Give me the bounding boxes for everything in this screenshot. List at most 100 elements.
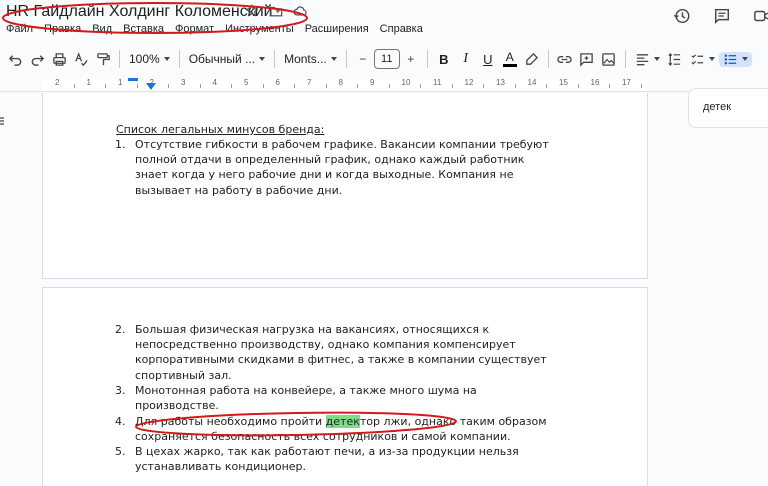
font-family-select[interactable]: Monts... [280,52,341,66]
version-history-icon[interactable] [672,6,692,26]
ruler-number: 9 [370,78,375,87]
list-heading: Список легальных минусов бренда: [116,123,325,136]
chevron-down-icon [259,57,266,61]
ruler-number: 6 [275,78,280,87]
redo-button[interactable] [26,47,48,71]
zoom-select[interactable]: 100% [125,52,174,66]
title-bar: HR Гайдлайн Холдинг Коломенский [0,0,768,26]
title-actions [244,3,308,19]
chevron-down-icon [330,57,337,61]
font-size-input[interactable]: 11 [373,49,400,69]
ruler-number: 7 [307,78,312,87]
align-select[interactable] [631,52,664,67]
spellcheck-button[interactable] [70,47,92,71]
ruler-number: 17 [622,78,631,87]
list-number: 2. [115,323,126,336]
underline-button[interactable]: U [477,47,499,71]
highlight-pen-icon[interactable] [521,47,543,71]
ruler-tick [420,84,422,88]
menu-bar: Файл Правка Вид Вставка Формат Инструмен… [6,23,423,37]
menu-help[interactable]: Справка [380,23,423,37]
document-canvas[interactable]: Список легальных минусов бренда: 1. Отсу… [0,93,768,486]
increase-font-size-button[interactable]: + [400,47,422,71]
list-item[interactable]: 2. Большая физическая нагрузка на ваканс… [115,322,565,383]
list-line: корпоративными скидками в фитнес, а такж… [135,353,547,367]
ruler-number: 10 [401,78,411,87]
cloud-status-icon[interactable] [292,3,308,19]
list-number: 5. [115,445,126,458]
ruler-tick [105,84,107,88]
zoom-value: 100% [129,52,160,66]
ruler-tick [514,84,516,88]
document-title[interactable]: HR Гайдлайн Холдинг Коломенский [6,3,273,21]
ruler-tick [231,84,233,88]
ruler-tick [546,84,548,88]
comments-icon[interactable] [712,6,732,26]
list-item[interactable]: 3. Монотонная работа на конвейере, а так… [115,383,565,413]
ruler-number: 12 [464,78,474,87]
decrease-font-size-button[interactable]: − [352,47,374,71]
list-item[interactable]: 5. В цехах жарко, так как работают печи,… [115,444,565,474]
list-number: 3. [115,384,126,397]
italic-button[interactable]: I [455,47,477,71]
ruler-number: 15 [559,78,568,87]
list-line: Отсутствие гибкости в рабочем графике. В… [135,138,549,151]
menu-tools[interactable]: Инструменты [225,23,294,37]
insert-comment-icon[interactable] [576,47,598,71]
checklist-icon [691,53,703,65]
list-line: устанавливать кондиционер. [135,460,307,474]
chevron-down-icon [163,57,170,61]
list-line: производстве. [135,399,219,413]
header-right-actions [672,6,768,26]
document-page[interactable]: 2. Большая физическая нагрузка на ваканс… [42,287,648,486]
first-line-indent-marker[interactable] [128,78,138,92]
ruler-number: 2 [55,78,60,87]
insert-link-icon[interactable] [554,47,576,71]
ruler-tick [262,84,264,88]
meet-icon[interactable] [752,6,768,26]
list-line: Для работы необходимо пройти детектор лж… [135,414,565,429]
menu-format[interactable]: Формат [175,23,214,37]
move-to-folder-icon[interactable] [268,3,284,19]
menu-extensions[interactable]: Расширения [305,23,369,37]
ruler-tick [199,84,201,88]
menu-view[interactable]: Вид [92,23,112,37]
list-number: 1. [115,138,126,151]
bulleted-list-select[interactable] [718,51,752,67]
left-indent-marker[interactable] [146,83,156,91]
bold-button[interactable]: B [433,47,455,71]
menu-file[interactable]: Файл [6,23,33,37]
insert-image-icon[interactable] [598,47,620,71]
ruler[interactable]: 2 1 1 2 3 4 5 6 7 8 9 10 11 12 13 14 15 16 17 [0,77,768,92]
paragraph-style-value: Обычный ... [188,52,256,66]
find-input[interactable] [703,101,768,113]
text-run: тор лжи, однако таким образом [359,415,547,428]
list-line: спортивный зал. [135,368,232,382]
checklist-select[interactable] [686,52,719,67]
list-line: непосредственно производству, однако ком… [135,338,516,352]
ruler-number: 1 [86,78,91,87]
star-icon[interactable] [244,3,260,19]
toolbar: 100% Обычный ... Monts... − 11 + B I U A [4,46,764,72]
ruler-number: 16 [590,78,600,87]
outline-toggle[interactable] [0,110,10,132]
undo-button[interactable] [4,47,26,71]
menu-insert[interactable]: Вставка [123,23,164,37]
list-item[interactable]: 1. Отсутствие гибкости в рабочем графике… [115,137,565,198]
line-spacing-icon[interactable] [664,47,686,71]
list-item[interactable]: 4. Для работы необходимо пройти детектор… [115,414,565,444]
paint-format-button[interactable] [92,47,114,71]
print-button[interactable] [48,47,70,71]
document-page[interactable]: Список легальных минусов бренда: 1. Отсу… [42,93,648,279]
list-line: вызывает на работу в рабочие дни. [135,183,343,197]
list-line: полной отдачи в определенный график, одн… [135,153,525,167]
paragraph-style-select[interactable]: Обычный ... [185,52,269,66]
docs-app: HR Гайдлайн Холдинг Коломенский Файл Пра… [0,0,768,486]
text-run: Для работы необходимо пройти [135,415,326,428]
search-match-highlight: детек [325,415,360,428]
menu-edit[interactable]: Правка [44,23,81,37]
ruler-tick [451,84,453,88]
toolbar-divider [119,50,120,68]
text-color-button[interactable]: A [499,47,521,71]
toolbar-divider [345,50,347,68]
